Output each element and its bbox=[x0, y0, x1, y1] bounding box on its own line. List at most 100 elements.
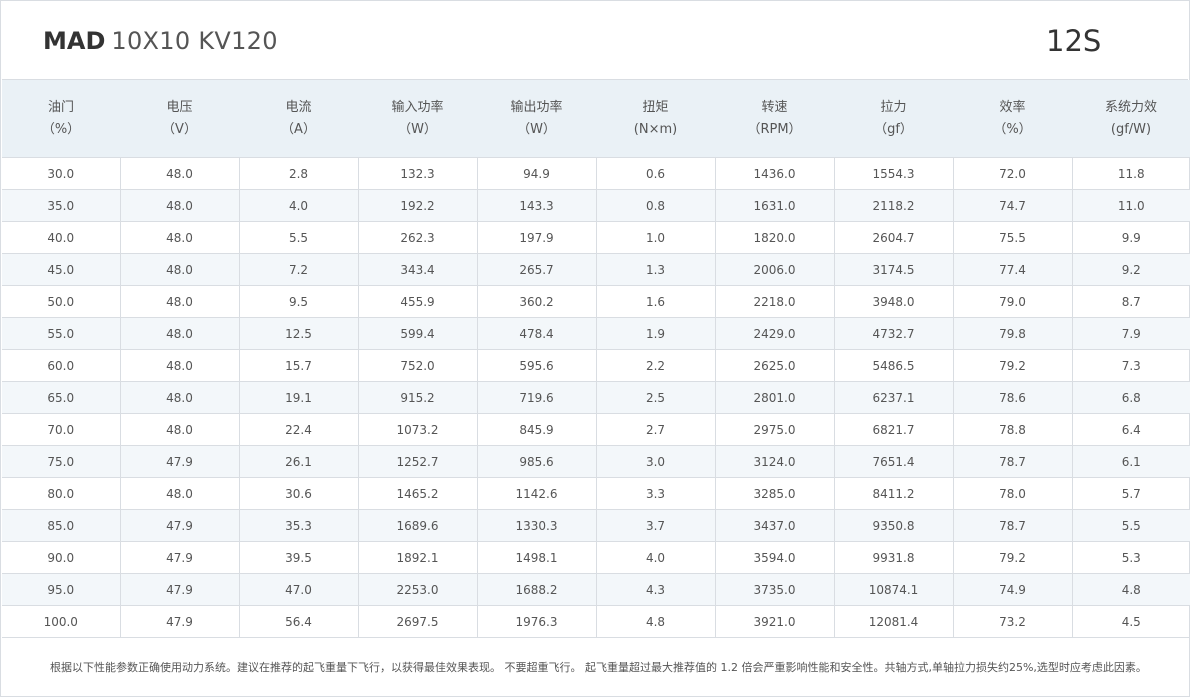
col-header-current: 电流 （A） bbox=[239, 80, 358, 158]
table-cell: 39.5 bbox=[239, 541, 359, 574]
model-spec: 10X10 KV120 bbox=[111, 27, 278, 55]
col-header-torque: 扭矩 (N×m) bbox=[596, 80, 715, 158]
table-cell: 10874.1 bbox=[834, 573, 954, 606]
table-cell: 192.2 bbox=[358, 189, 478, 222]
table-row: 70.0 48.0 22.4 1073.2 845.9 2.7 2975.0 6821.7 78… bbox=[2, 413, 1190, 446]
title-bar: MAD 10X10 KV120 12S bbox=[2, 2, 1188, 80]
table-cell: 0.6 bbox=[596, 157, 716, 190]
table-cell: 8411.2 bbox=[834, 477, 954, 510]
table-row: 55.0 48.0 12.5 599.4 478.4 1.9 2429.0 4732.7 79.… bbox=[2, 317, 1190, 350]
table-cell: 5.5 bbox=[1072, 509, 1190, 542]
table-cell: 6.8 bbox=[1072, 381, 1190, 414]
table-cell: 1976.3 bbox=[477, 605, 597, 638]
table-cell: 5.3 bbox=[1072, 541, 1190, 574]
table-cell: 11.0 bbox=[1072, 189, 1190, 222]
col-header-thrust: 拉力 （gf） bbox=[834, 80, 953, 158]
table-cell: 40.0 bbox=[2, 221, 121, 254]
table-cell: 90.0 bbox=[2, 541, 121, 574]
table-cell: 9931.8 bbox=[834, 541, 954, 574]
table-cell: 1689.6 bbox=[358, 509, 478, 542]
table-cell: 845.9 bbox=[477, 413, 597, 446]
motor-model-title: MAD 10X10 KV120 bbox=[43, 27, 278, 55]
table-cell: 3285.0 bbox=[715, 477, 835, 510]
table-cell: 1465.2 bbox=[358, 477, 478, 510]
table-cell: 3.0 bbox=[596, 445, 716, 478]
table-cell: 1330.3 bbox=[477, 509, 597, 542]
table-cell: 48.0 bbox=[120, 253, 240, 286]
table-cell: 15.7 bbox=[239, 349, 359, 382]
table-cell: 6821.7 bbox=[834, 413, 954, 446]
table-cell: 12.5 bbox=[239, 317, 359, 350]
table-cell: 4.3 bbox=[596, 573, 716, 606]
table-cell: 9350.8 bbox=[834, 509, 954, 542]
table-cell: 7.2 bbox=[239, 253, 359, 286]
table-cell: 47.9 bbox=[120, 605, 240, 638]
table-cell: 719.6 bbox=[477, 381, 597, 414]
table-cell: 915.2 bbox=[358, 381, 478, 414]
table-cell: 60.0 bbox=[2, 349, 121, 382]
table-cell: 1.3 bbox=[596, 253, 716, 286]
table-cell: 1252.7 bbox=[358, 445, 478, 478]
table-header-row: 油门 （%） 电压 （V） 电流 （A） 输入功率 （W） 输出功率 （W） 扭矩 (N×m… bbox=[2, 80, 1190, 158]
table-cell: 79.8 bbox=[953, 317, 1073, 350]
table-cell: 2.7 bbox=[596, 413, 716, 446]
table-cell: 47.0 bbox=[239, 573, 359, 606]
table-cell: 78.8 bbox=[953, 413, 1073, 446]
table-cell: 35.3 bbox=[239, 509, 359, 542]
table-cell: 74.7 bbox=[953, 189, 1073, 222]
table-cell: 2625.0 bbox=[715, 349, 835, 382]
table-cell: 1073.2 bbox=[358, 413, 478, 446]
table-cell: 752.0 bbox=[358, 349, 478, 382]
table-cell: 132.3 bbox=[358, 157, 478, 190]
table-cell: 19.1 bbox=[239, 381, 359, 414]
table-cell: 95.0 bbox=[2, 573, 121, 606]
table-cell: 70.0 bbox=[2, 413, 121, 446]
table-cell: 143.3 bbox=[477, 189, 597, 222]
table-cell: 55.0 bbox=[2, 317, 121, 350]
table-cell: 2.8 bbox=[239, 157, 359, 190]
table-cell: 48.0 bbox=[120, 381, 240, 414]
table-cell: 1554.3 bbox=[834, 157, 954, 190]
table-cell: 360.2 bbox=[477, 285, 597, 318]
table-cell: 1631.0 bbox=[715, 189, 835, 222]
table-cell: 22.4 bbox=[239, 413, 359, 446]
table-cell: 2975.0 bbox=[715, 413, 835, 446]
table-cell: 72.0 bbox=[953, 157, 1073, 190]
table-row: 95.0 47.9 47.0 2253.0 1688.2 4.3 3735.0 10874.1… bbox=[2, 573, 1190, 606]
table-cell: 478.4 bbox=[477, 317, 597, 350]
table-cell: 2253.0 bbox=[358, 573, 478, 606]
table-cell: 75.5 bbox=[953, 221, 1073, 254]
table-cell: 265.7 bbox=[477, 253, 597, 286]
table-cell: 2801.0 bbox=[715, 381, 835, 414]
table-cell: 48.0 bbox=[120, 189, 240, 222]
table-cell: 79.2 bbox=[953, 349, 1073, 382]
col-header-output-power: 输出功率 （W） bbox=[477, 80, 596, 158]
table-row: 65.0 48.0 19.1 915.2 719.6 2.5 2801.0 6237.1 78.… bbox=[2, 381, 1190, 414]
table-cell: 50.0 bbox=[2, 285, 121, 318]
table-cell: 74.9 bbox=[953, 573, 1073, 606]
performance-table: 油门 （%） 电压 （V） 电流 （A） 输入功率 （W） 输出功率 （W） 扭矩 (N×m… bbox=[2, 80, 1190, 638]
table-row: 75.0 47.9 26.1 1252.7 985.6 3.0 3124.0 7651.4 78… bbox=[2, 445, 1190, 478]
brand-name: MAD bbox=[43, 27, 106, 55]
table-cell: 1142.6 bbox=[477, 477, 597, 510]
table-cell: 1498.1 bbox=[477, 541, 597, 574]
table-cell: 1820.0 bbox=[715, 221, 835, 254]
table-cell: 1.6 bbox=[596, 285, 716, 318]
col-header-rpm: 转速 （RPM） bbox=[715, 80, 834, 158]
table-cell: 599.4 bbox=[358, 317, 478, 350]
table-cell: 65.0 bbox=[2, 381, 121, 414]
table-cell: 595.6 bbox=[477, 349, 597, 382]
table-cell: 1.0 bbox=[596, 221, 716, 254]
table-cell: 2697.5 bbox=[358, 605, 478, 638]
table-row: 60.0 48.0 15.7 752.0 595.6 2.2 2625.0 5486.5 79.… bbox=[2, 349, 1190, 382]
table-cell: 3174.5 bbox=[834, 253, 954, 286]
table-cell: 0.8 bbox=[596, 189, 716, 222]
table-cell: 3437.0 bbox=[715, 509, 835, 542]
motor-spec-sheet: MAD 10X10 KV120 12S 油门 （%） 电压 （V） 电流 （A） 输入功… bbox=[0, 0, 1190, 697]
table-cell: 5.7 bbox=[1072, 477, 1190, 510]
table-cell: 262.3 bbox=[358, 221, 478, 254]
table-cell: 73.2 bbox=[953, 605, 1073, 638]
table-cell: 9.5 bbox=[239, 285, 359, 318]
table-cell: 48.0 bbox=[120, 317, 240, 350]
table-cell: 4.0 bbox=[596, 541, 716, 574]
